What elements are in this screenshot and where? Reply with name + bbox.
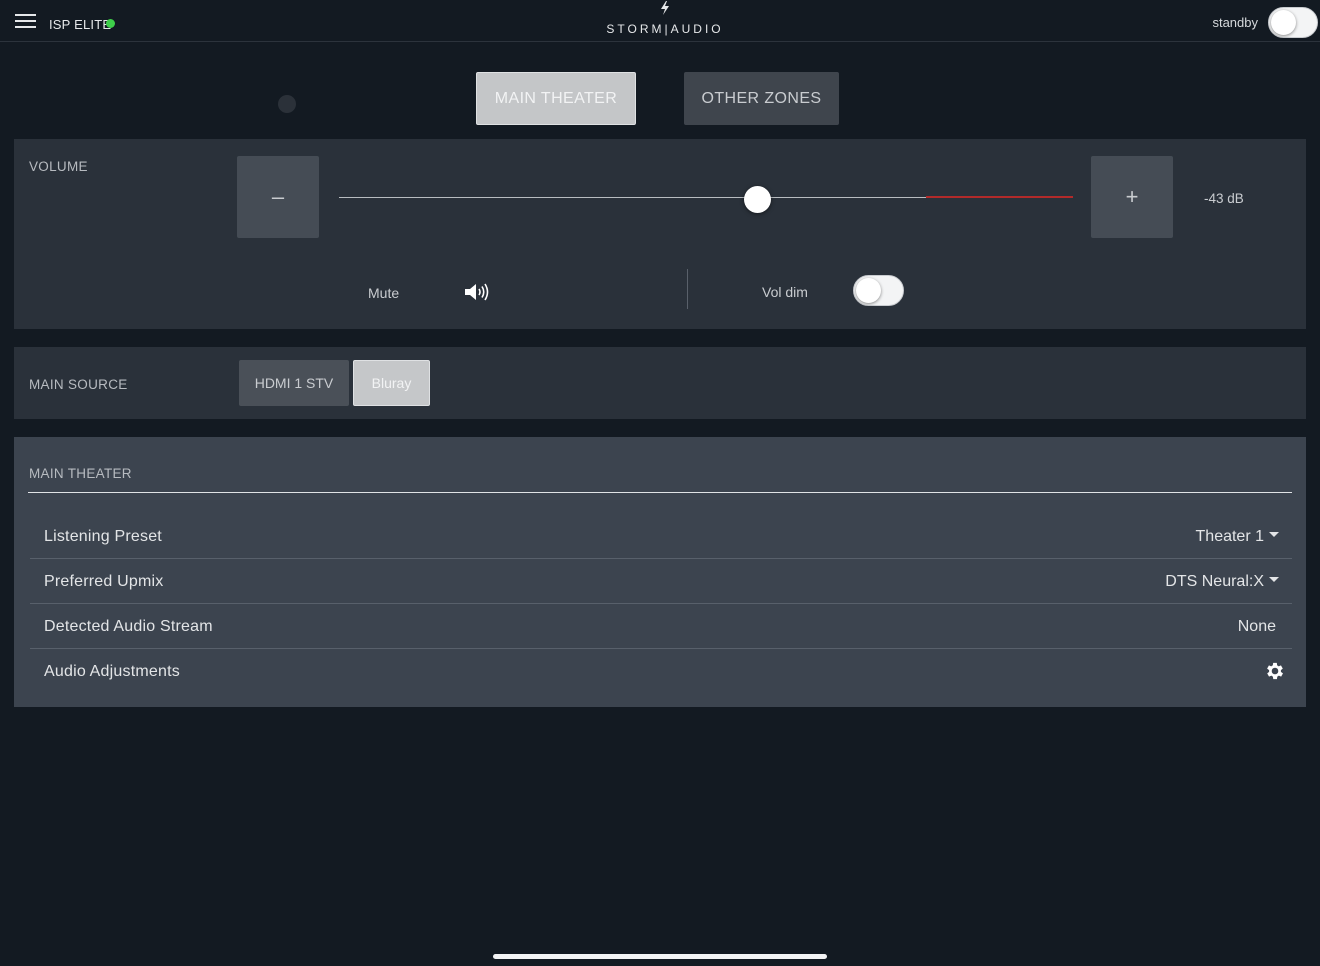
speaker-volume-icon[interactable] [462,281,490,303]
main-source-panel: MAIN SOURCE HDMI 1 STV Bluray [14,347,1306,419]
audio-adjustments-row[interactable]: Audio Adjustments [30,649,1292,694]
volume-slider-thumb[interactable] [744,186,772,213]
section-divider [28,492,1292,493]
detected-audio-stream-label: Detected Audio Stream [44,618,213,635]
gear-icon[interactable] [1264,660,1286,682]
preferred-upmix-row[interactable]: Preferred Upmix DTS Neural:X [30,559,1292,604]
main-theater-panel: MAIN THEATER Listening Preset Theater 1 … [14,437,1306,707]
volume-readout: -43 dB [1204,191,1244,206]
listening-preset-label: Listening Preset [44,528,162,545]
home-indicator [493,954,827,959]
device-name: ISP ELITE [49,17,112,32]
app-logo: STORM|AUDIO [606,22,724,36]
listening-preset-value[interactable]: Theater 1 [1196,528,1264,546]
preferred-upmix-label: Preferred Upmix [44,573,164,590]
source-hdmi-1-stv-button[interactable]: HDMI 1 STV [239,360,349,406]
tab-main-theater[interactable]: MAIN THEATER [476,72,636,125]
chevron-down-icon[interactable] [1269,532,1279,537]
audio-adjustments-label: Audio Adjustments [44,663,180,680]
volume-down-button[interactable]: – [237,156,319,238]
mute-label: Mute [368,285,400,301]
standby-toggle[interactable] [1268,7,1318,38]
divider [687,269,688,309]
volume-panel: VOLUME – + -43 dB Mute Vol dim [14,139,1306,329]
preferred-upmix-value[interactable]: DTS Neural:X [1165,573,1264,591]
chevron-down-icon[interactable] [1269,577,1279,582]
volume-up-button[interactable]: + [1091,156,1173,238]
menu-icon[interactable] [15,14,36,28]
top-bar: ISP ELITE STORM|AUDIO standby [0,0,1320,42]
volume-title: VOLUME [29,159,88,174]
source-bluray-button[interactable]: Bluray [353,360,430,406]
main-theater-title: MAIN THEATER [29,466,132,481]
connection-status-icon [106,19,115,28]
page-indicator-dot [278,95,296,113]
detected-audio-stream-row: Detected Audio Stream None [30,604,1292,649]
tab-other-zones[interactable]: OTHER ZONES [684,72,839,125]
logo-bolt-icon [661,1,669,15]
volume-slider[interactable] [339,186,1073,213]
standby-label: standby [1212,15,1258,30]
voldim-label: Vol dim [762,284,808,300]
detected-audio-stream-value: None [1237,618,1276,635]
main-source-title: MAIN SOURCE [29,377,128,392]
volume-limit-range [926,196,1073,198]
voldim-toggle[interactable] [853,275,904,306]
listening-preset-row[interactable]: Listening Preset Theater 1 [30,514,1292,559]
